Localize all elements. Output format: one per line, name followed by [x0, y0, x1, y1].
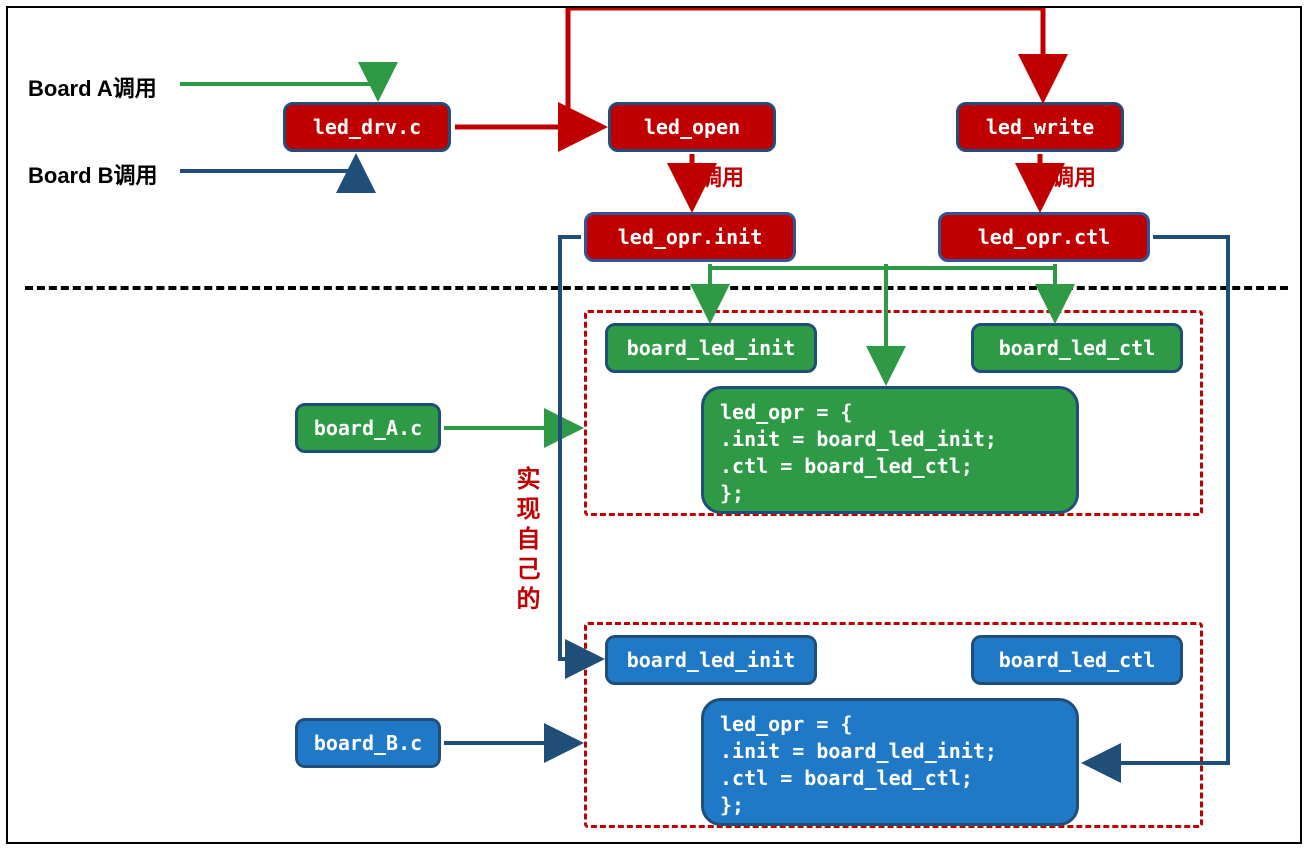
board-a-box: board_A.c: [295, 403, 441, 453]
call-label-1: 调用: [700, 160, 744, 192]
led-opr-init-box: led_opr.init: [584, 212, 796, 262]
code-line: .ctl = board_led_ctl;: [720, 765, 1060, 792]
code-line: led_opr = {: [720, 711, 1060, 738]
led-opr-ctl-box: led_opr.ctl: [938, 212, 1150, 262]
led-open-box: led_open: [608, 102, 776, 152]
code-line: .ctl = board_led_ctl;: [720, 453, 1060, 480]
code-line: led_opr = {: [720, 399, 1060, 426]
code-line: .init = board_led_init;: [720, 738, 1060, 765]
code-line: };: [720, 792, 1060, 819]
board-a-call-label: Board A调用: [28, 71, 157, 103]
blue-code-box: led_opr = { .init = board_led_init; .ctl…: [701, 698, 1079, 826]
call-label-2: 调用: [1052, 160, 1096, 192]
green-board-led-init: board_led_init: [605, 323, 817, 373]
board-b-box: board_B.c: [295, 718, 441, 768]
dashed-divider: [25, 286, 1288, 290]
led-write-box: led_write: [956, 102, 1124, 152]
code-line: .init = board_led_init;: [720, 426, 1060, 453]
led-drv-box: led_drv.c: [283, 102, 451, 152]
blue-board-led-init: board_led_init: [605, 635, 817, 685]
vertical-label: 实现自己的: [508, 466, 543, 616]
blue-board-led-ctl: board_led_ctl: [971, 635, 1183, 685]
board-b-call-label: Board B调用: [28, 158, 158, 190]
green-board-led-ctl: board_led_ctl: [971, 323, 1183, 373]
code-line: };: [720, 480, 1060, 507]
green-code-box: led_opr = { .init = board_led_init; .ctl…: [701, 386, 1079, 514]
diagram-canvas: Board A调用 Board B调用 led_drv.c led_open l…: [6, 6, 1302, 844]
